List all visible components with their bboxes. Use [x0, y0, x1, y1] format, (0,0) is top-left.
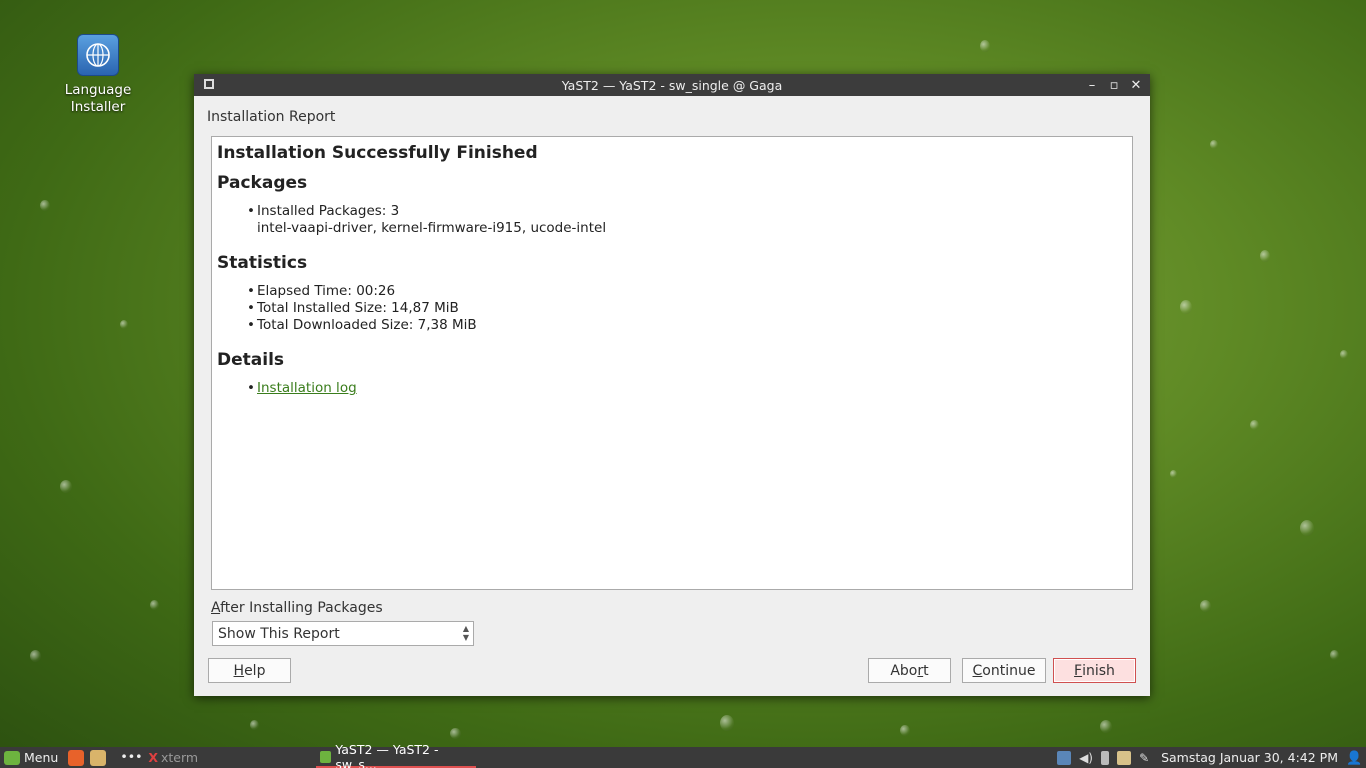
- statistics-heading: Statistics: [217, 253, 308, 273]
- system-tray: ◀) ✎ Samstag Januar 30, 4:42 PM 👤: [1057, 747, 1366, 768]
- minimize-icon[interactable]: –: [1086, 78, 1098, 93]
- window-title: YaST2 — YaST2 - sw_single @ Gaga: [561, 77, 783, 93]
- window-titlebar[interactable]: YaST2 — YaST2 - sw_single @ Gaga – ▫ ✕: [194, 74, 1150, 96]
- window-menu-icon[interactable]: [204, 79, 214, 89]
- language-installer-desktop-icon[interactable]: Language Installer: [58, 34, 138, 116]
- after-installing-select[interactable]: Show This Report ▲ ▼: [212, 621, 474, 646]
- yast-window: YaST2 — YaST2 - sw_single @ Gaga – ▫ ✕ I…: [194, 74, 1150, 696]
- taskbar: Menu ••• X xterm YaST2 — YaST2 - sw_s...…: [0, 742, 1366, 768]
- select-value: Show This Report: [218, 626, 340, 642]
- more-launchers-icon[interactable]: •••: [120, 749, 142, 766]
- taskbar-item-xterm[interactable]: X xterm: [144, 747, 202, 768]
- list-item: Installation log: [247, 380, 1127, 397]
- desktop-icon-label: Language Installer: [64, 82, 132, 115]
- list-item: Elapsed Time: 00:26: [247, 283, 1127, 300]
- report-heading: Installation Successfully Finished: [217, 143, 538, 163]
- menu-button[interactable]: Menu: [0, 747, 62, 768]
- help-button[interactable]: Help: [208, 658, 291, 683]
- spin-arrows-icon: ▲ ▼: [462, 624, 469, 642]
- menu-label: Menu: [24, 750, 59, 765]
- list-item: Total Downloaded Size: 7,38 MiB: [247, 317, 1127, 334]
- file-manager-launcher-icon[interactable]: [90, 749, 107, 766]
- browser-launcher-icon[interactable]: [68, 749, 85, 766]
- xterm-icon: X: [148, 750, 158, 765]
- yast-icon: [320, 750, 332, 763]
- package-list-text: intel-vaapi-driver, kernel-firmware-i915…: [257, 220, 607, 236]
- active-task-label: YaST2 — YaST2 - sw_s...: [335, 741, 439, 768]
- user-icon[interactable]: 👤: [1346, 751, 1362, 766]
- united-nations-globe-icon: [77, 34, 119, 76]
- menu-icon: [4, 750, 20, 765]
- section-title: Installation Report: [207, 109, 336, 125]
- after-installing-label: After Installing Packages: [211, 600, 383, 616]
- list-item: Total Installed Size: 14,87 MiB: [247, 300, 1127, 317]
- list-item: Installed Packages: 3 intel-vaapi-driver…: [247, 203, 1127, 237]
- clock[interactable]: Samstag Januar 30, 4:42 PM: [1161, 750, 1338, 765]
- taskbar-item-yast[interactable]: YaST2 — YaST2 - sw_s...: [316, 742, 476, 768]
- continue-button[interactable]: Continue: [962, 658, 1046, 683]
- installed-packages-text: Installed Packages: 3: [257, 203, 400, 219]
- details-heading: Details: [217, 350, 285, 370]
- abort-button[interactable]: Abo r t: [868, 658, 951, 683]
- packages-heading: Packages: [217, 173, 308, 193]
- installation-log-link[interactable]: Installation log: [257, 380, 357, 396]
- xterm-label: xterm: [160, 750, 199, 765]
- display-icon[interactable]: [1057, 750, 1072, 765]
- finish-button[interactable]: Finish: [1053, 658, 1136, 683]
- installation-report-pane[interactable]: Installation Successfully Finished Packa…: [211, 136, 1133, 590]
- battery-icon[interactable]: [1101, 750, 1110, 765]
- volume-icon[interactable]: ◀): [1079, 751, 1093, 765]
- clipboard-icon[interactable]: [1117, 750, 1132, 765]
- close-icon[interactable]: ✕: [1130, 78, 1142, 93]
- maximize-icon[interactable]: ▫: [1108, 78, 1120, 93]
- pen-icon[interactable]: ✎: [1139, 751, 1153, 765]
